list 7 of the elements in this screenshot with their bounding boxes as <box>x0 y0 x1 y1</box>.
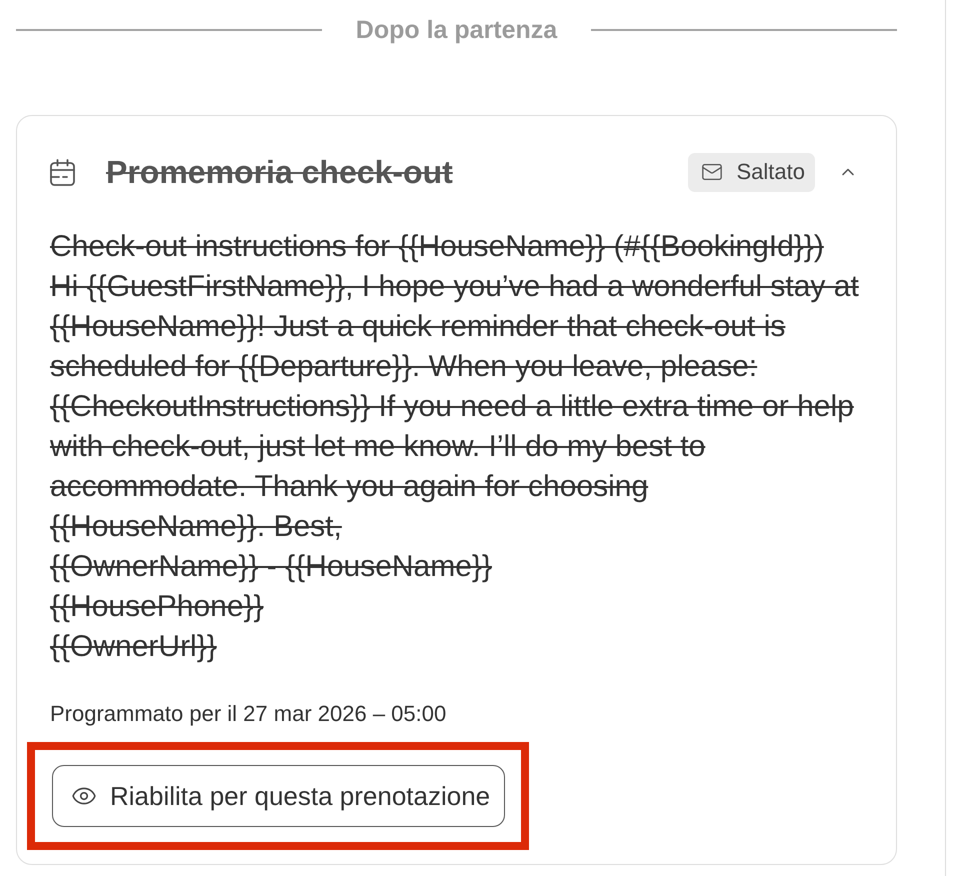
reenable-button[interactable]: Riabilita per questa prenotazione <box>52 765 506 827</box>
calendar-icon <box>50 158 75 186</box>
section-heading: Dopo la partenza <box>356 16 558 44</box>
reminder-title: Promemoria check-out <box>106 154 453 190</box>
message-text: Check-out instructions for {{HouseName}} (#{{BookingId}}) Hi {{GuestFirstName}}, I hope you’ve had a wonderful stay at {{HouseName}}! Just a quick reminder that check-out is scheduled for {{Departure}}. When you leave, please: {{CheckoutInstructions}} If you need a little extra time or help with check-out, just let me know. I’ll do my best to accommodate. Thank you again for choosing {{HouseName}}. Best, {{OwnerName}} - {{HouseName}} {{HousePhone}} {{OwnerUrl}} <box>50 229 859 665</box>
status-text: Saltato <box>736 159 805 185</box>
schedule-text: Programmato per il 27 mar 2026 – 05:00 <box>50 700 446 728</box>
